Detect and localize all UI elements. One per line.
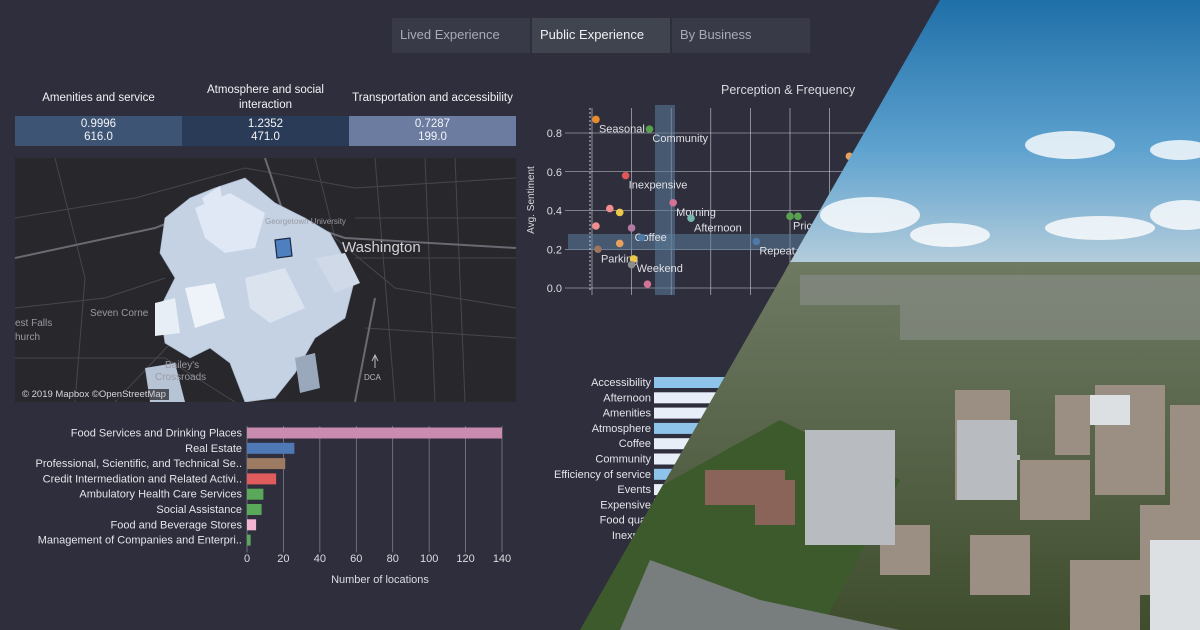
aerial-city-photo	[580, 0, 1200, 630]
